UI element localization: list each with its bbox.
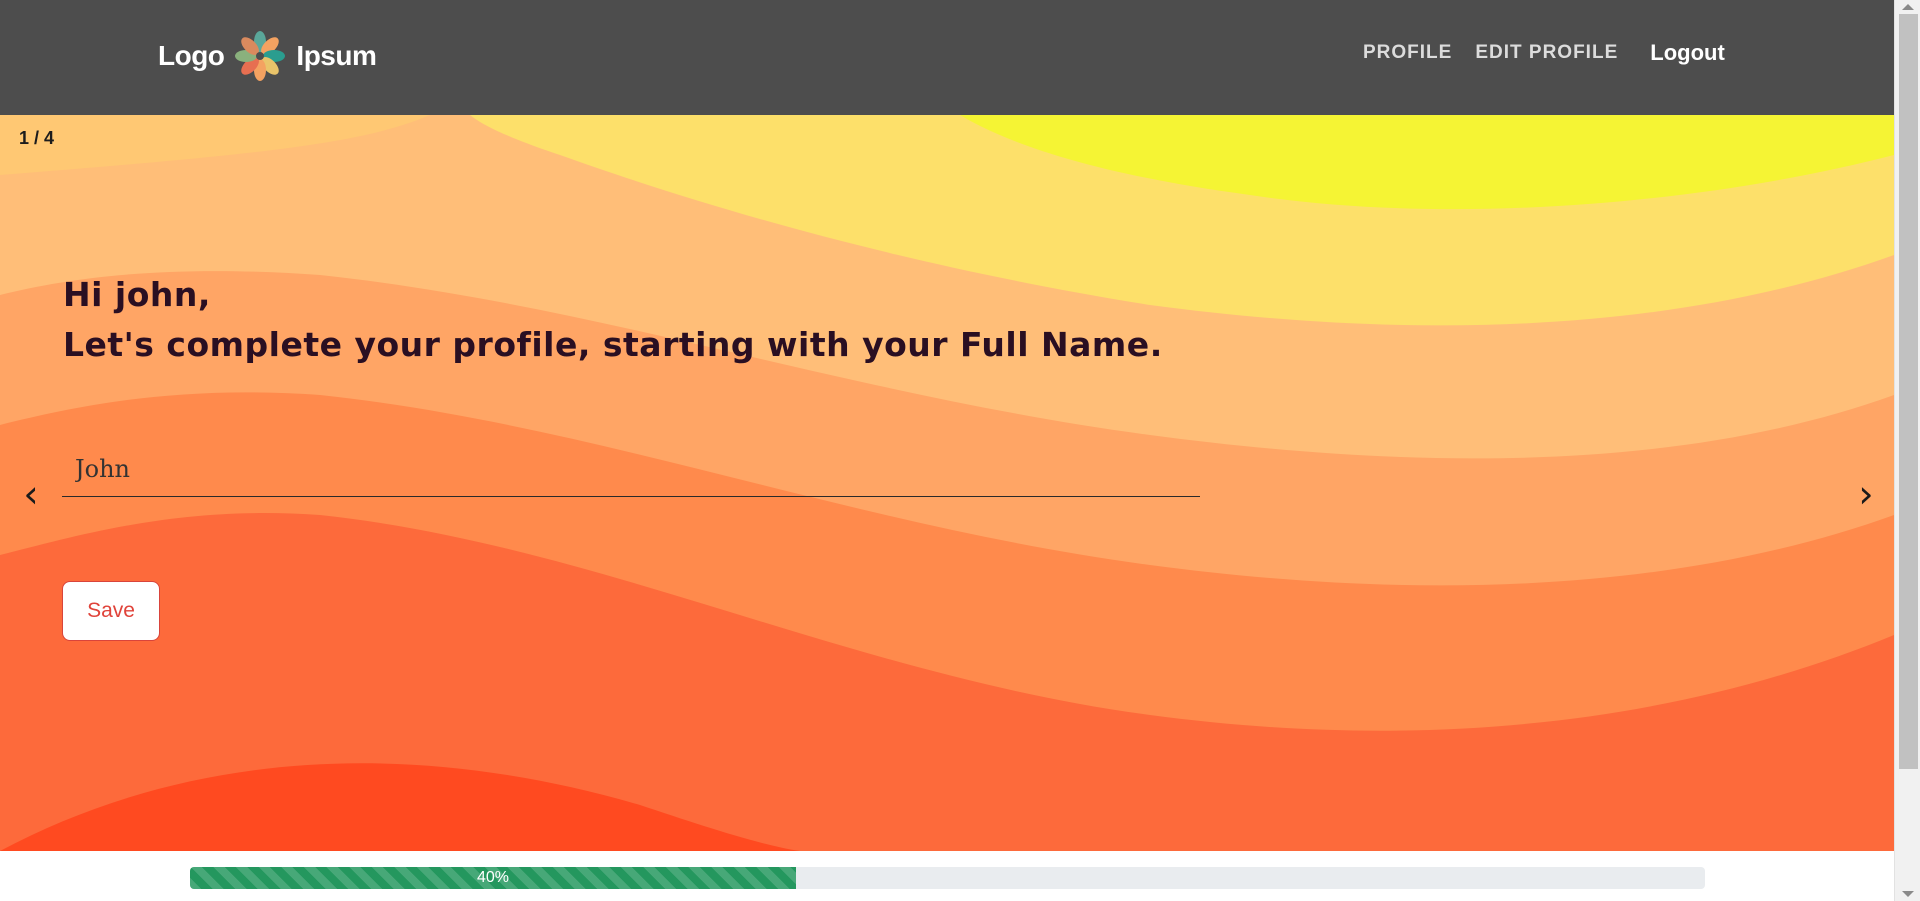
- nav-edit-profile-link[interactable]: EDIT PROFILE: [1475, 42, 1618, 64]
- full-name-input[interactable]: [62, 441, 1200, 496]
- scroll-up-arrow-icon[interactable]: [1902, 4, 1914, 10]
- profile-step-slide: 1 / 4 Hi john, Let's complete your profi…: [0, 115, 1894, 851]
- full-name-field: [62, 441, 1200, 497]
- progress-area: 40%: [0, 851, 1894, 901]
- vertical-scrollbar[interactable]: [1894, 0, 1920, 901]
- scroll-down-arrow-icon[interactable]: [1902, 891, 1914, 897]
- progress-fill: 40%: [190, 867, 796, 889]
- prompt-text: Let's complete your profile, starting wi…: [63, 325, 1163, 364]
- pinwheel-logo-icon: [235, 31, 286, 81]
- next-slide-arrow[interactable]: ›: [1851, 474, 1881, 514]
- progress-track: 40%: [190, 867, 1705, 889]
- logo-text-left: Logo: [158, 40, 225, 71]
- logout-link[interactable]: Logout: [1650, 40, 1725, 66]
- prev-slide-arrow[interactable]: ‹: [16, 474, 46, 514]
- logo-text-right: Ipsum: [296, 40, 377, 71]
- save-button[interactable]: Save: [62, 581, 160, 641]
- page: Logo Ipsum PROFILE EDIT PROFILE Logout 1…: [0, 0, 1920, 901]
- scrollbar-thumb[interactable]: [1899, 14, 1918, 769]
- nav-profile-link[interactable]: PROFILE: [1363, 42, 1452, 64]
- main-nav: PROFILE EDIT PROFILE Logout: [1363, 40, 1725, 66]
- logo[interactable]: Logo Ipsum: [158, 28, 377, 84]
- greeting-text: Hi john,: [63, 275, 211, 314]
- slide-counter: 1 / 4: [19, 128, 55, 148]
- step-heading: Hi john, Let's complete your profile, st…: [63, 270, 1163, 370]
- top-navbar: Logo Ipsum PROFILE EDIT PROFILE Logout: [0, 0, 1894, 115]
